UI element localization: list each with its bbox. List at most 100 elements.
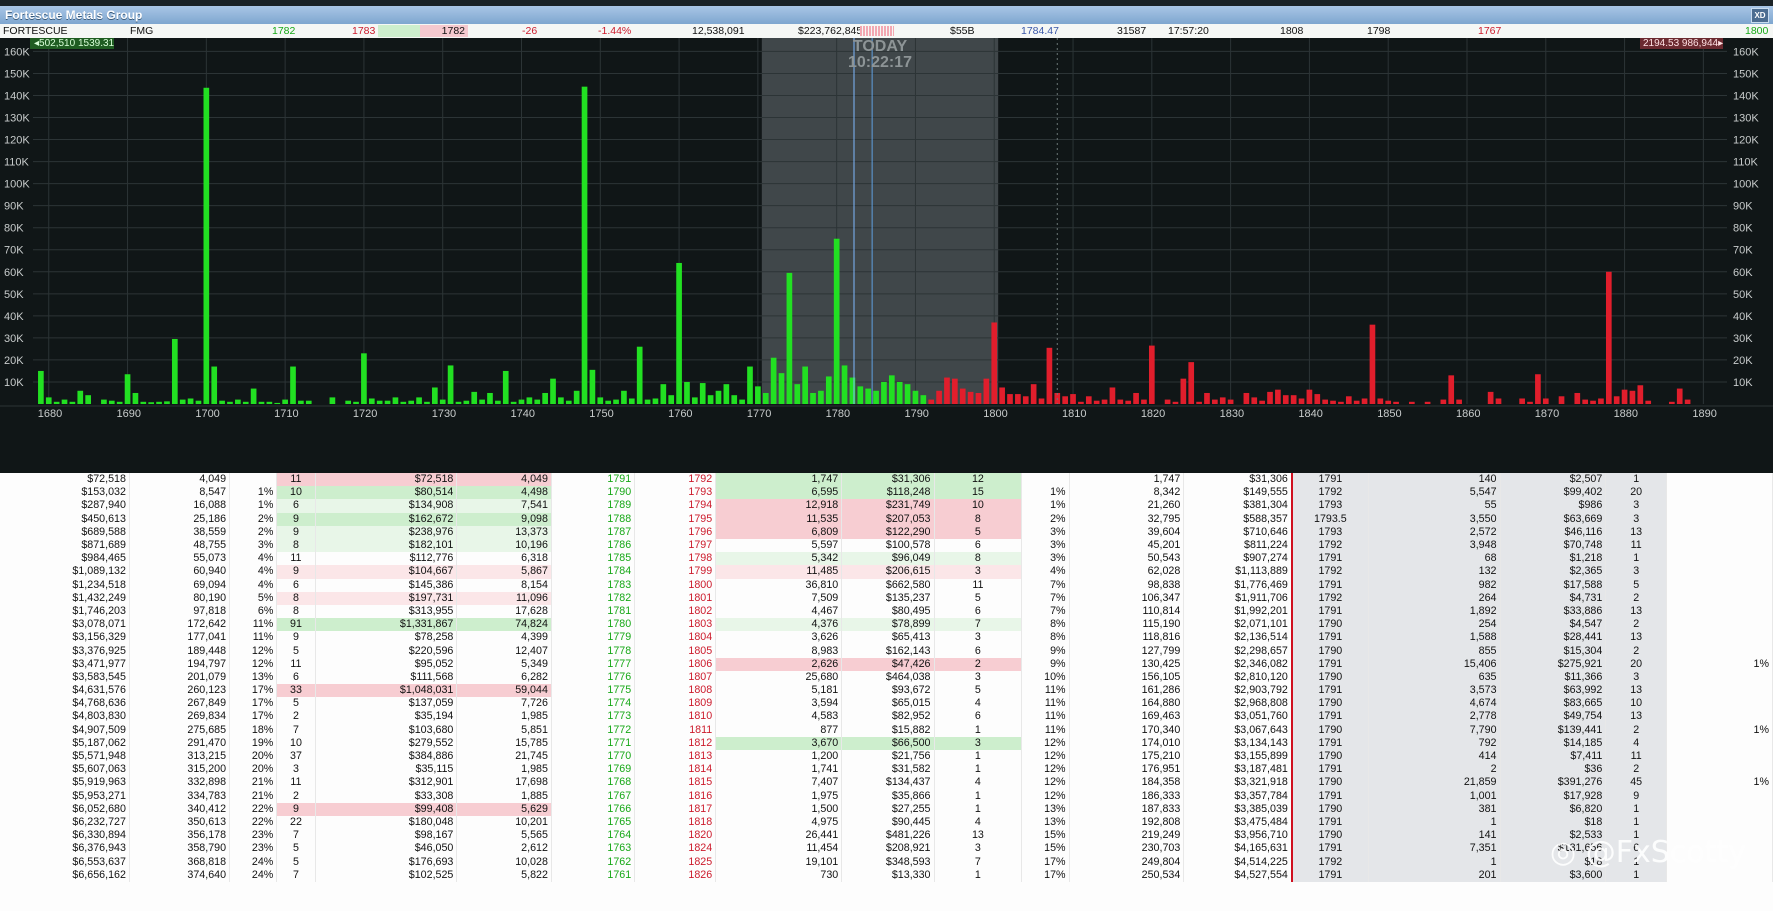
cell-col-9: $93,672 [841, 684, 935, 698]
depth-row[interactable]: $5,187,062 291,470 19% 10 $279,552 15,785 1771… [0, 736, 1773, 750]
depth-row[interactable]: $6,656,162 374,640 24% 7 $102,525 5,822 1761 18… [0, 868, 1773, 882]
depth-row[interactable]: $1,432,249 80,190 5% 8 $197,731 11,096 1782 180… [0, 591, 1773, 605]
cell-col-14: 1790 [1291, 697, 1369, 711]
cell-col-2: 12% [229, 657, 278, 671]
cell-col-11: 17% [1021, 868, 1070, 882]
sell-volume-bar [1377, 398, 1384, 404]
cell-col-1: 25,186 [129, 512, 231, 526]
depth-row[interactable]: $984,465 55,073 4% 11 $112,776 6,318 1785 1798 5… [0, 552, 1773, 566]
depth-row[interactable]: $1,746,203 97,818 6% 8 $313,955 17,628 1781 180… [0, 604, 1773, 619]
sell-volume-bar [1030, 384, 1037, 404]
sell-volume-bar [967, 391, 974, 404]
depth-row[interactable]: $72,518 4,049 11 $72,518 4,049 1791 1792 1,747 $… [0, 473, 1773, 487]
sell-volume-bar [1519, 398, 1525, 404]
sell-volume-bar [1078, 401, 1084, 404]
app-window: Fortescue Metals Group XD FORTESCUE FMG … [0, 0, 1773, 911]
sell-volume-bar [936, 390, 942, 404]
depth-row[interactable]: $3,471,977 194,797 12% 11 $95,052 5,349 1777 18… [0, 657, 1773, 671]
depth-row[interactable]: $689,588 38,559 2% 9 $238,976 13,373 1787 1796 6… [0, 525, 1773, 539]
buy-volume-bar [865, 388, 872, 404]
cell-col-17: 1 [1605, 473, 1668, 487]
cell-col-4: $46,050 [315, 842, 458, 856]
depth-row[interactable]: $1,234,518 69,094 4% 6 $145,386 8,154 1783 1800… [0, 578, 1773, 592]
cell-col-0: $3,471,977 [0, 657, 130, 671]
cell-col-15: 1,001 [1368, 789, 1501, 803]
depth-row[interactable]: $6,232,727 350,613 22% 22 $180,048 10,201 1765… [0, 815, 1773, 830]
sell-volume-bar [1117, 399, 1124, 404]
buy-volume-bar [495, 400, 501, 404]
cell-col-9: $208,921 [841, 842, 935, 856]
cell-col-3: 5 [276, 855, 316, 869]
cell-col-18 [1666, 618, 1773, 632]
sell-volume-bar [944, 377, 950, 404]
cell-col-12: 175,210 [1069, 749, 1185, 764]
depth-row[interactable]: $5,571,948 313,215 20% 37 $384,886 21,745 1770… [0, 749, 1773, 764]
depth-row[interactable]: $6,376,943 358,790 23% 5 $46,050 2,612 1763 182… [0, 842, 1773, 856]
cell-col-2: 22% [229, 802, 278, 816]
y-tick-label-left: 30K [4, 333, 24, 345]
cell-col-4: $72,518 [315, 473, 458, 487]
cell-col-13: $3,134,143 [1183, 736, 1293, 750]
cell-col-8: 3,594 [715, 697, 843, 711]
buy-volume-bar [171, 338, 178, 404]
depth-row[interactable]: $3,156,329 177,041 11% 9 $78,258 4,399 1779 180… [0, 631, 1773, 645]
close-icon[interactable]: XD [1751, 8, 1769, 23]
cell-col-15: 1 [1368, 815, 1501, 830]
cell-col-12: 118,816 [1069, 631, 1185, 645]
cell-col-11: 12% [1021, 789, 1070, 803]
buy-volume-bar [487, 392, 493, 404]
depth-row[interactable]: $4,768,636 267,849 17% 5 $137,059 7,726 1774 18… [0, 697, 1773, 711]
cell-col-18 [1666, 802, 1773, 816]
depth-row[interactable]: $450,613 25,186 2% 9 $162,672 9,098 1788 1795 11… [0, 512, 1773, 526]
chart-canvas[interactable]: 160K 160K 150K 150K 140K 140K 130K 130K 120K 120K… [0, 38, 1773, 473]
cell-col-18 [1666, 736, 1773, 750]
depth-row[interactable]: $5,953,271 334,783 21% 2 $33,308 1,885 1767 181… [0, 789, 1773, 803]
depth-row[interactable]: $3,376,925 189,448 12% 5 $220,596 12,407 1778 1… [0, 644, 1773, 658]
volume-at-price-chart[interactable]: 160K 160K 150K 150K 140K 140K 130K 130K 120K 120K… [0, 38, 1773, 473]
cell-col-9: $80,495 [841, 604, 935, 619]
sell-volume-bar [1527, 401, 1533, 404]
depth-row[interactable]: $3,583,545 201,079 13% 6 $111,568 6,282 1776 18… [0, 670, 1773, 684]
depth-row[interactable]: $6,052,680 340,412 22% 9 $99,408 5,629 1766 181… [0, 802, 1773, 816]
depth-row[interactable]: $4,907,509 275,685 18% 7 $103,680 5,851 1772 18… [0, 723, 1773, 737]
depth-row[interactable]: $153,032 8,547 1% 10 $80,514 4,498 1790 1793 6,5… [0, 486, 1773, 500]
cell-col-8: 4,376 [715, 618, 843, 632]
cell-col-5: 17,628 [456, 604, 552, 619]
cell-col-10: 7 [934, 855, 1023, 869]
buy-volume-bar [132, 392, 139, 404]
cell-col-12: 187,833 [1069, 802, 1185, 816]
cell-col-9: $31,306 [841, 473, 935, 487]
depth-row[interactable]: $1,089,132 60,940 4% 9 $104,667 5,867 1784 1799… [0, 565, 1773, 579]
depth-row[interactable]: $6,553,637 368,818 24% 5 $176,693 10,028 1762 1… [0, 855, 1773, 869]
cell-col-5: 5,349 [456, 657, 552, 671]
cell-col-2: 12% [229, 644, 278, 658]
sell-volume-bar [1676, 388, 1683, 404]
buy-volume-bar [676, 262, 682, 404]
cell-col-11: 3% [1021, 538, 1070, 553]
cell-col-5: 1,985 [456, 710, 552, 724]
cell-col-10: 8 [934, 552, 1023, 566]
depth-row[interactable]: $6,330,894 356,178 23% 7 $98,167 5,565 1764 182… [0, 829, 1773, 843]
depth-row[interactable]: $4,631,576 260,123 17% 33 $1,048,031 59,044 17… [0, 684, 1773, 698]
depth-row[interactable]: $287,940 16,088 1% 6 $134,908 7,541 1789 1794 12… [0, 499, 1773, 513]
cell-col-15: 3,573 [1368, 684, 1501, 698]
cell-col-8: 11,485 [715, 565, 843, 579]
cell-col-2: 2% [229, 512, 278, 526]
sell-volume-bar [1574, 392, 1581, 404]
cell-col-15: 792 [1368, 736, 1501, 750]
cell-col-17: 4 [1605, 736, 1668, 750]
cell-col-10: 13 [934, 829, 1023, 843]
cell-col-0: $4,768,636 [0, 697, 130, 711]
cell-col-17: 13 [1605, 604, 1668, 619]
title-bar[interactable]: Fortescue Metals Group XD [0, 6, 1773, 24]
depth-table[interactable]: $72,518 4,049 11 $72,518 4,049 1791 1792 1,747 $… [0, 473, 1773, 911]
buy-volume-bar [755, 386, 761, 404]
depth-row[interactable]: $4,803,830 269,834 17% 2 $35,194 1,985 1773 181… [0, 710, 1773, 724]
depth-row[interactable]: $5,919,963 332,898 21% 11 $312,901 17,698 1768… [0, 776, 1773, 790]
depth-row[interactable]: $3,078,071 172,642 11% 91 $1,331,867 74,824 17… [0, 618, 1773, 632]
depth-row[interactable]: $871,689 48,755 3% 8 $182,101 10,196 1786 1797 5… [0, 538, 1773, 553]
depth-row[interactable]: $5,607,063 315,200 20% 3 $35,115 1,985 1769 181… [0, 763, 1773, 777]
cell-col-12: 219,249 [1069, 829, 1185, 843]
cell-col-9: $15,882 [841, 723, 935, 737]
sell-volume-bar [999, 387, 1005, 404]
